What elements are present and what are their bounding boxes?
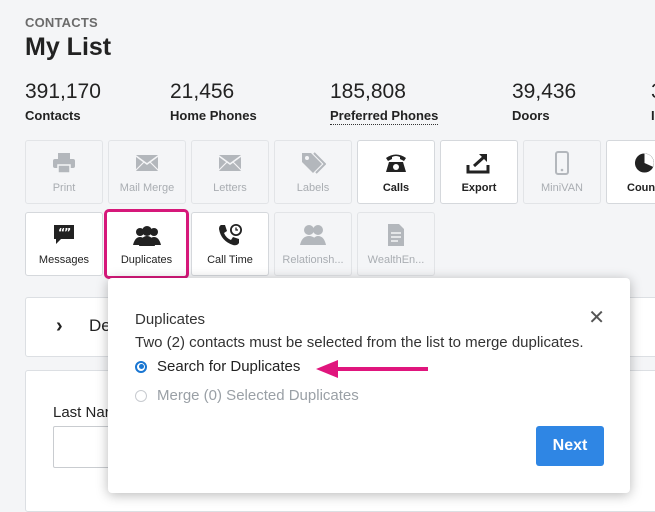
mobile-phone-icon	[524, 150, 600, 176]
dialog-message: Two (2) contacts must be selected from t…	[135, 334, 584, 351]
chevron-right-icon: ›	[56, 315, 63, 337]
mail-merge-button[interactable]: Mail Merge	[108, 140, 186, 204]
stat-label[interactable]: Preferred Phones	[330, 108, 439, 125]
radio-unselected[interactable]	[135, 389, 147, 402]
phone-clock-icon	[192, 222, 268, 248]
stat-cutoff: 3 I	[651, 80, 655, 122]
next-button[interactable]: Next	[536, 426, 604, 466]
radio-selected[interactable]	[135, 360, 147, 373]
export-button[interactable]: Export	[440, 140, 518, 204]
tile-label: Export	[461, 182, 497, 194]
stat-label: Home Phones	[170, 108, 257, 123]
envelope-icon	[109, 150, 185, 176]
stat-value: 185,808	[330, 80, 406, 103]
letters-button[interactable]: Letters	[191, 140, 269, 204]
tile-label: Duplicates	[120, 254, 173, 266]
message-quote-icon: “”	[26, 222, 102, 248]
stat-value: 39,436	[512, 80, 577, 103]
minivan-button[interactable]: MiniVAN	[523, 140, 601, 204]
tile-label: Relationsh...	[282, 254, 344, 266]
call-time-button[interactable]: Call Time	[191, 212, 269, 276]
tile-label: Letters	[213, 182, 247, 194]
labels-button[interactable]: Labels	[274, 140, 352, 204]
duplicates-button[interactable]: Duplicates	[104, 209, 189, 279]
stat-doors: 39,436 Doors	[512, 80, 576, 123]
envelope-icon	[192, 150, 268, 176]
tile-label: WealthEn...	[367, 254, 425, 266]
stat-contacts: 391,170 Contacts	[25, 80, 101, 123]
section-label: CONTACTS	[25, 15, 98, 30]
stat-value: 391,170	[25, 80, 101, 103]
stat-home-phones: 21,456 Home Phones	[170, 80, 257, 123]
stat-preferred-phones[interactable]: 185,808 Preferred Phones	[330, 80, 439, 125]
page-title: My List	[25, 33, 112, 61]
stat-label: Doors	[512, 108, 550, 123]
tile-label: Coun	[627, 182, 655, 194]
tile-label: Calls	[382, 182, 410, 194]
option-label[interactable]: Merge (0) Selected Duplicates	[157, 387, 359, 404]
export-icon	[441, 150, 517, 176]
stat-value: 21,456	[170, 80, 235, 103]
tile-label: MiniVAN	[541, 182, 583, 194]
close-icon[interactable]: ✕	[588, 308, 605, 328]
search-duplicates-option[interactable]: Search for Duplicates	[135, 358, 300, 375]
people-group-icon	[107, 223, 186, 249]
print-button[interactable]: Print	[25, 140, 103, 204]
relationships-button[interactable]: Relationsh...	[274, 212, 352, 276]
tags-icon	[275, 150, 351, 176]
calls-button[interactable]: Calls	[357, 140, 435, 204]
tile-label: Mail Merge	[119, 182, 175, 194]
people-icon	[275, 222, 351, 248]
annotation-arrow-icon	[316, 360, 428, 378]
tile-label: Print	[52, 182, 76, 194]
counts-button[interactable]: Coun	[606, 140, 655, 204]
field-label: Last Nar	[53, 404, 110, 421]
messages-button[interactable]: “” Messages	[25, 212, 103, 276]
tile-label: Call Time	[207, 254, 253, 266]
document-icon	[358, 222, 434, 248]
phone-icon	[358, 150, 434, 176]
dialog-title: Duplicates	[135, 311, 206, 328]
printer-icon	[26, 150, 102, 176]
option-label[interactable]: Search for Duplicates	[157, 358, 300, 375]
pie-chart-icon	[607, 150, 655, 176]
tile-label: Labels	[296, 182, 330, 194]
duplicates-dialog: Duplicates ✕ Two (2) contacts must be se…	[108, 278, 630, 493]
svg-text:”: ”	[64, 226, 71, 239]
merge-duplicates-option[interactable]: Merge (0) Selected Duplicates	[135, 387, 359, 404]
tile-label: Messages	[38, 254, 90, 266]
stat-label: Contacts	[25, 108, 81, 123]
wealth-engine-button[interactable]: WealthEn...	[357, 212, 435, 276]
